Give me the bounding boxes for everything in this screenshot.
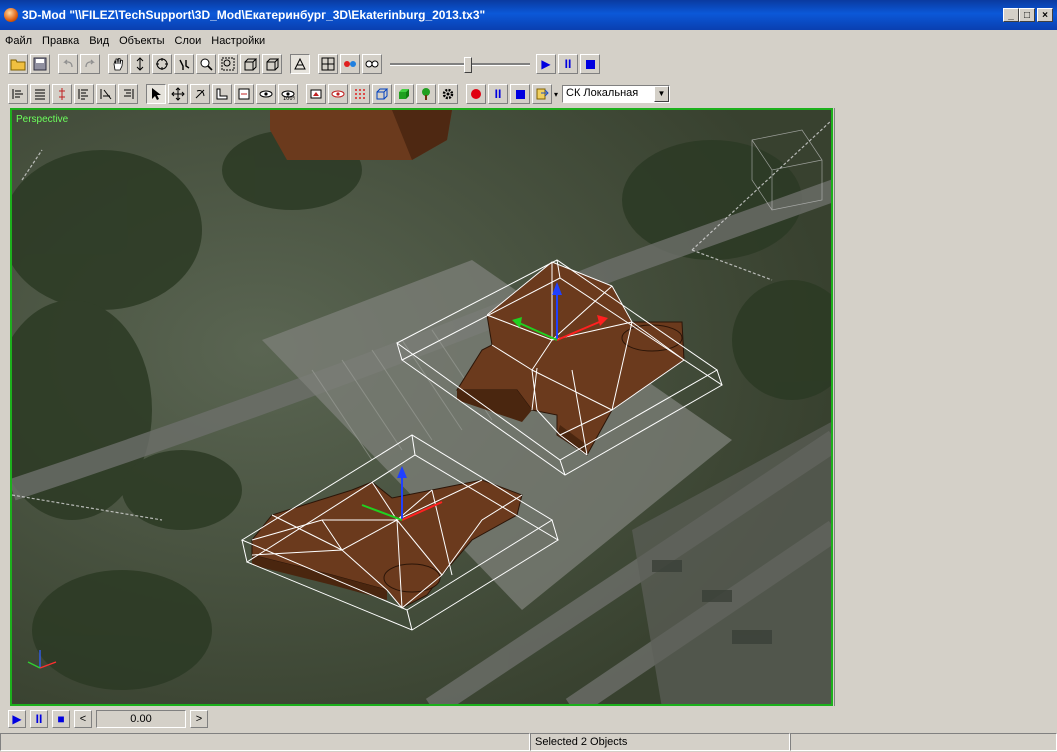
main-toolbar: ▶ II — [8, 52, 602, 76]
eye-icon[interactable] — [256, 84, 276, 104]
color-eye-icon[interactable] — [340, 54, 360, 74]
slider-thumb[interactable] — [463, 57, 472, 73]
export-dropdown-arrow[interactable]: ▾ — [554, 90, 562, 99]
zoom-step-icon[interactable] — [130, 54, 150, 74]
pause-button[interactable]: II — [558, 54, 578, 74]
undo-icon[interactable] — [58, 54, 78, 74]
align-vertical-icon[interactable] — [52, 84, 72, 104]
tree-icon[interactable] — [416, 84, 436, 104]
goggles-icon[interactable] — [362, 54, 382, 74]
text-align-icon[interactable] — [74, 84, 94, 104]
select-arrow-icon[interactable] — [146, 84, 166, 104]
menu-file[interactable]: Файл — [0, 32, 37, 50]
zoom-icon[interactable] — [196, 54, 216, 74]
align-left-icon[interactable] — [8, 84, 28, 104]
maximize-button[interactable]: □ — [1019, 8, 1035, 22]
next-frame-button[interactable]: > — [190, 710, 208, 728]
ruler-icon[interactable] — [212, 84, 232, 104]
play-button[interactable]: ▶ — [536, 54, 556, 74]
menu-bar: Файл Правка Вид Объекты Слои Настройки — [0, 32, 1057, 50]
play-button[interactable]: ▶ — [8, 710, 26, 728]
text-align-right-icon[interactable] — [118, 84, 138, 104]
menu-edit[interactable]: Правка — [37, 32, 84, 50]
record-icon — [471, 89, 481, 99]
menu-objects[interactable]: Объекты — [114, 32, 169, 50]
status-left — [0, 733, 530, 751]
title-bar: 3D-Mod "\\FILEZ\TechSupport\3D_Mod\Екате… — [0, 0, 1057, 30]
rotate-icon[interactable] — [190, 84, 210, 104]
play-icon: ▶ — [541, 57, 551, 71]
stop-button[interactable]: ■ — [52, 710, 70, 728]
pause-icon: II — [35, 712, 43, 726]
redo-icon[interactable] — [80, 54, 100, 74]
record-button[interactable] — [466, 84, 486, 104]
stop-icon: ■ — [57, 712, 65, 726]
box-view-alt-icon[interactable] — [262, 54, 282, 74]
text-align-alt-icon[interactable] — [96, 84, 116, 104]
grid-icon[interactable] — [318, 54, 338, 74]
export-icon — [536, 88, 549, 100]
render-icon[interactable] — [306, 84, 326, 104]
window-controls: _ □ × — [1003, 8, 1053, 22]
globe-icon — [4, 8, 18, 22]
coord-system-value: СК Локальная — [566, 87, 639, 99]
walk-icon[interactable] — [174, 54, 194, 74]
gear-icon[interactable] — [438, 84, 458, 104]
pan-hand-icon[interactable] — [108, 54, 128, 74]
viewport-label: Perspective — [16, 114, 69, 125]
edit-toolbar: 100% II ▾ СК Локальная ▼ — [8, 82, 670, 106]
window-title: 3D-Mod "\\FILEZ\TechSupport\3D_Mod\Екате… — [22, 8, 486, 22]
record-eye-icon[interactable] — [328, 84, 348, 104]
move-icon[interactable] — [168, 84, 188, 104]
pause-button[interactable]: II — [30, 710, 48, 728]
coord-system-select[interactable]: СК Локальная ▼ — [562, 85, 670, 103]
properties-panel — [834, 108, 1057, 706]
export-button[interactable] — [532, 84, 552, 104]
points-icon[interactable] — [350, 84, 370, 104]
orbit-icon[interactable] — [152, 54, 172, 74]
status-bar: Selected 2 Objects — [0, 732, 1057, 752]
record-pause-button[interactable]: II — [488, 84, 508, 104]
pause-icon: II — [494, 87, 502, 101]
menu-settings[interactable]: Настройки — [206, 32, 270, 50]
perspective-viewport[interactable]: Perspective — [10, 108, 833, 706]
svg-text:100%: 100% — [283, 96, 295, 101]
prev-frame-button[interactable]: < — [74, 710, 92, 728]
animation-slider[interactable] — [390, 54, 530, 74]
chevron-down-icon[interactable]: ▼ — [654, 86, 669, 102]
menu-view[interactable]: Вид — [84, 32, 114, 50]
wireframe-icon[interactable] — [290, 54, 310, 74]
cube-icon[interactable] — [372, 84, 392, 104]
minimize-button[interactable]: _ — [1003, 8, 1019, 22]
save-icon[interactable] — [30, 54, 50, 74]
frame-value-field[interactable]: 0.00 — [96, 710, 186, 728]
play-icon: ▶ — [12, 712, 22, 726]
status-right — [790, 733, 1057, 751]
menu-layers[interactable]: Слои — [170, 32, 207, 50]
record-stop-button[interactable] — [510, 84, 530, 104]
align-list-icon[interactable] — [30, 84, 50, 104]
stop-icon — [515, 89, 525, 99]
playback-bar: ▶ II ■ < 0.00 > — [8, 708, 212, 730]
open-folder-icon[interactable] — [8, 54, 28, 74]
solid-cube-icon[interactable] — [394, 84, 414, 104]
scene-render — [12, 110, 831, 704]
status-message: Selected 2 Objects — [530, 733, 790, 751]
box-view-icon[interactable] — [240, 54, 260, 74]
close-button[interactable]: × — [1037, 8, 1053, 22]
slider-track — [390, 63, 530, 66]
zoom-region-icon[interactable] — [218, 54, 238, 74]
layer-eye-icon[interactable] — [234, 84, 254, 104]
stop-button[interactable] — [580, 54, 600, 74]
texture-icon[interactable]: 100% — [278, 84, 298, 104]
stop-icon — [585, 59, 595, 69]
pause-icon: II — [564, 57, 572, 71]
